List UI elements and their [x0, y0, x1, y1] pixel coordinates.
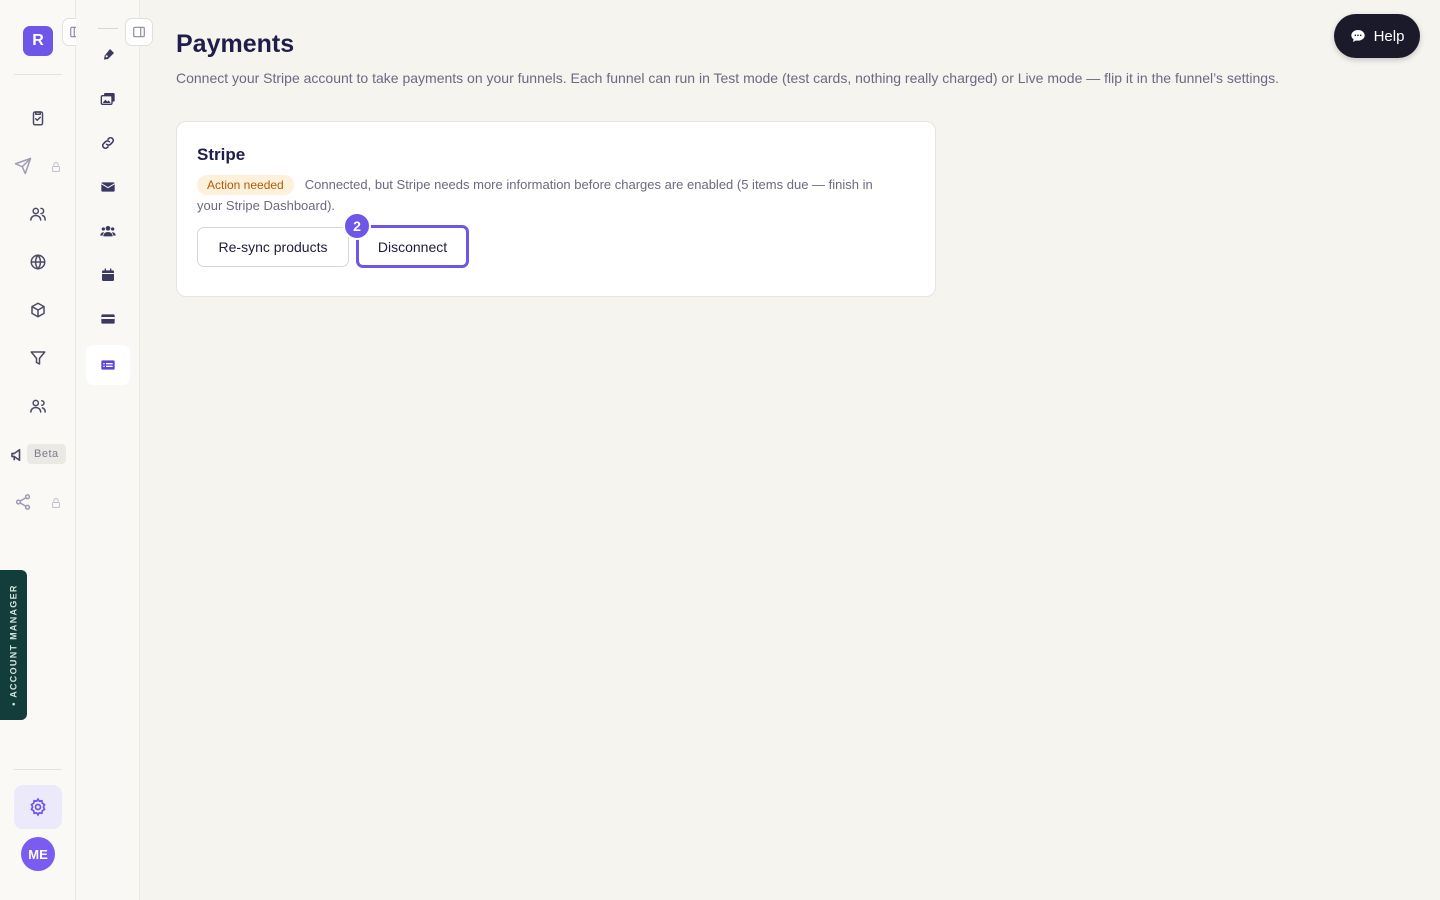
primary-sidebar: R Beta • ACCOUNT MANAGER ME — [0, 0, 76, 900]
subrail-divider — [98, 28, 118, 29]
sidebar-divider — [14, 74, 62, 75]
globe-icon[interactable] — [26, 250, 50, 274]
settings-button[interactable] — [14, 785, 62, 829]
status-text: Connected, but Stripe needs more informa… — [197, 177, 873, 213]
credit-card-icon[interactable] — [96, 307, 120, 331]
send-icon[interactable] — [11, 154, 35, 178]
calendar-icon[interactable] — [96, 263, 120, 287]
beta-badge: Beta — [27, 444, 66, 464]
payments-nav-item[interactable] — [86, 345, 130, 385]
lock-icon — [50, 160, 62, 172]
team-icon[interactable] — [26, 394, 50, 418]
page-description: Connect your Stripe account to take paym… — [176, 70, 1279, 86]
user-avatar[interactable]: ME — [21, 837, 55, 871]
clipboard-check-icon[interactable] — [26, 106, 50, 130]
stripe-card-title: Stripe — [197, 145, 246, 164]
resync-products-button[interactable]: Re-sync products — [197, 227, 349, 267]
pen-nib-icon[interactable] — [96, 43, 120, 67]
user-group-icon[interactable] — [96, 219, 120, 243]
stripe-card: Stripe Action needed Connected, but Strip… — [176, 121, 936, 297]
envelope-icon[interactable] — [96, 175, 120, 199]
funnel-icon[interactable] — [26, 346, 50, 370]
help-button[interactable]: Help — [1334, 14, 1420, 58]
workspace-logo[interactable]: R — [23, 26, 53, 56]
secondary-sidebar — [76, 0, 140, 900]
stripe-status: Action needed Connected, but Stripe needs… — [197, 174, 897, 216]
users-icon[interactable] — [26, 202, 50, 226]
subrail-collapse-icon[interactable] — [125, 18, 153, 46]
sidebar-divider — [14, 769, 62, 770]
account-manager-label: • ACCOUNT MANAGER — [8, 584, 19, 706]
chat-bubble-icon — [1350, 30, 1365, 42]
account-manager-tab[interactable]: • ACCOUNT MANAGER — [0, 570, 27, 720]
lock-icon — [50, 496, 62, 508]
help-label: Help — [1373, 27, 1405, 45]
link-icon[interactable] — [96, 131, 120, 155]
images-icon[interactable] — [96, 87, 120, 111]
step-number-badge: 2 — [343, 212, 371, 240]
status-badge: Action needed — [197, 175, 294, 195]
payments-list-icon — [101, 360, 115, 370]
page-title: Payments — [176, 30, 295, 58]
package-icon[interactable] — [26, 298, 50, 322]
share-icon[interactable] — [11, 490, 35, 514]
disconnect-button[interactable]: Disconnect — [356, 225, 469, 268]
